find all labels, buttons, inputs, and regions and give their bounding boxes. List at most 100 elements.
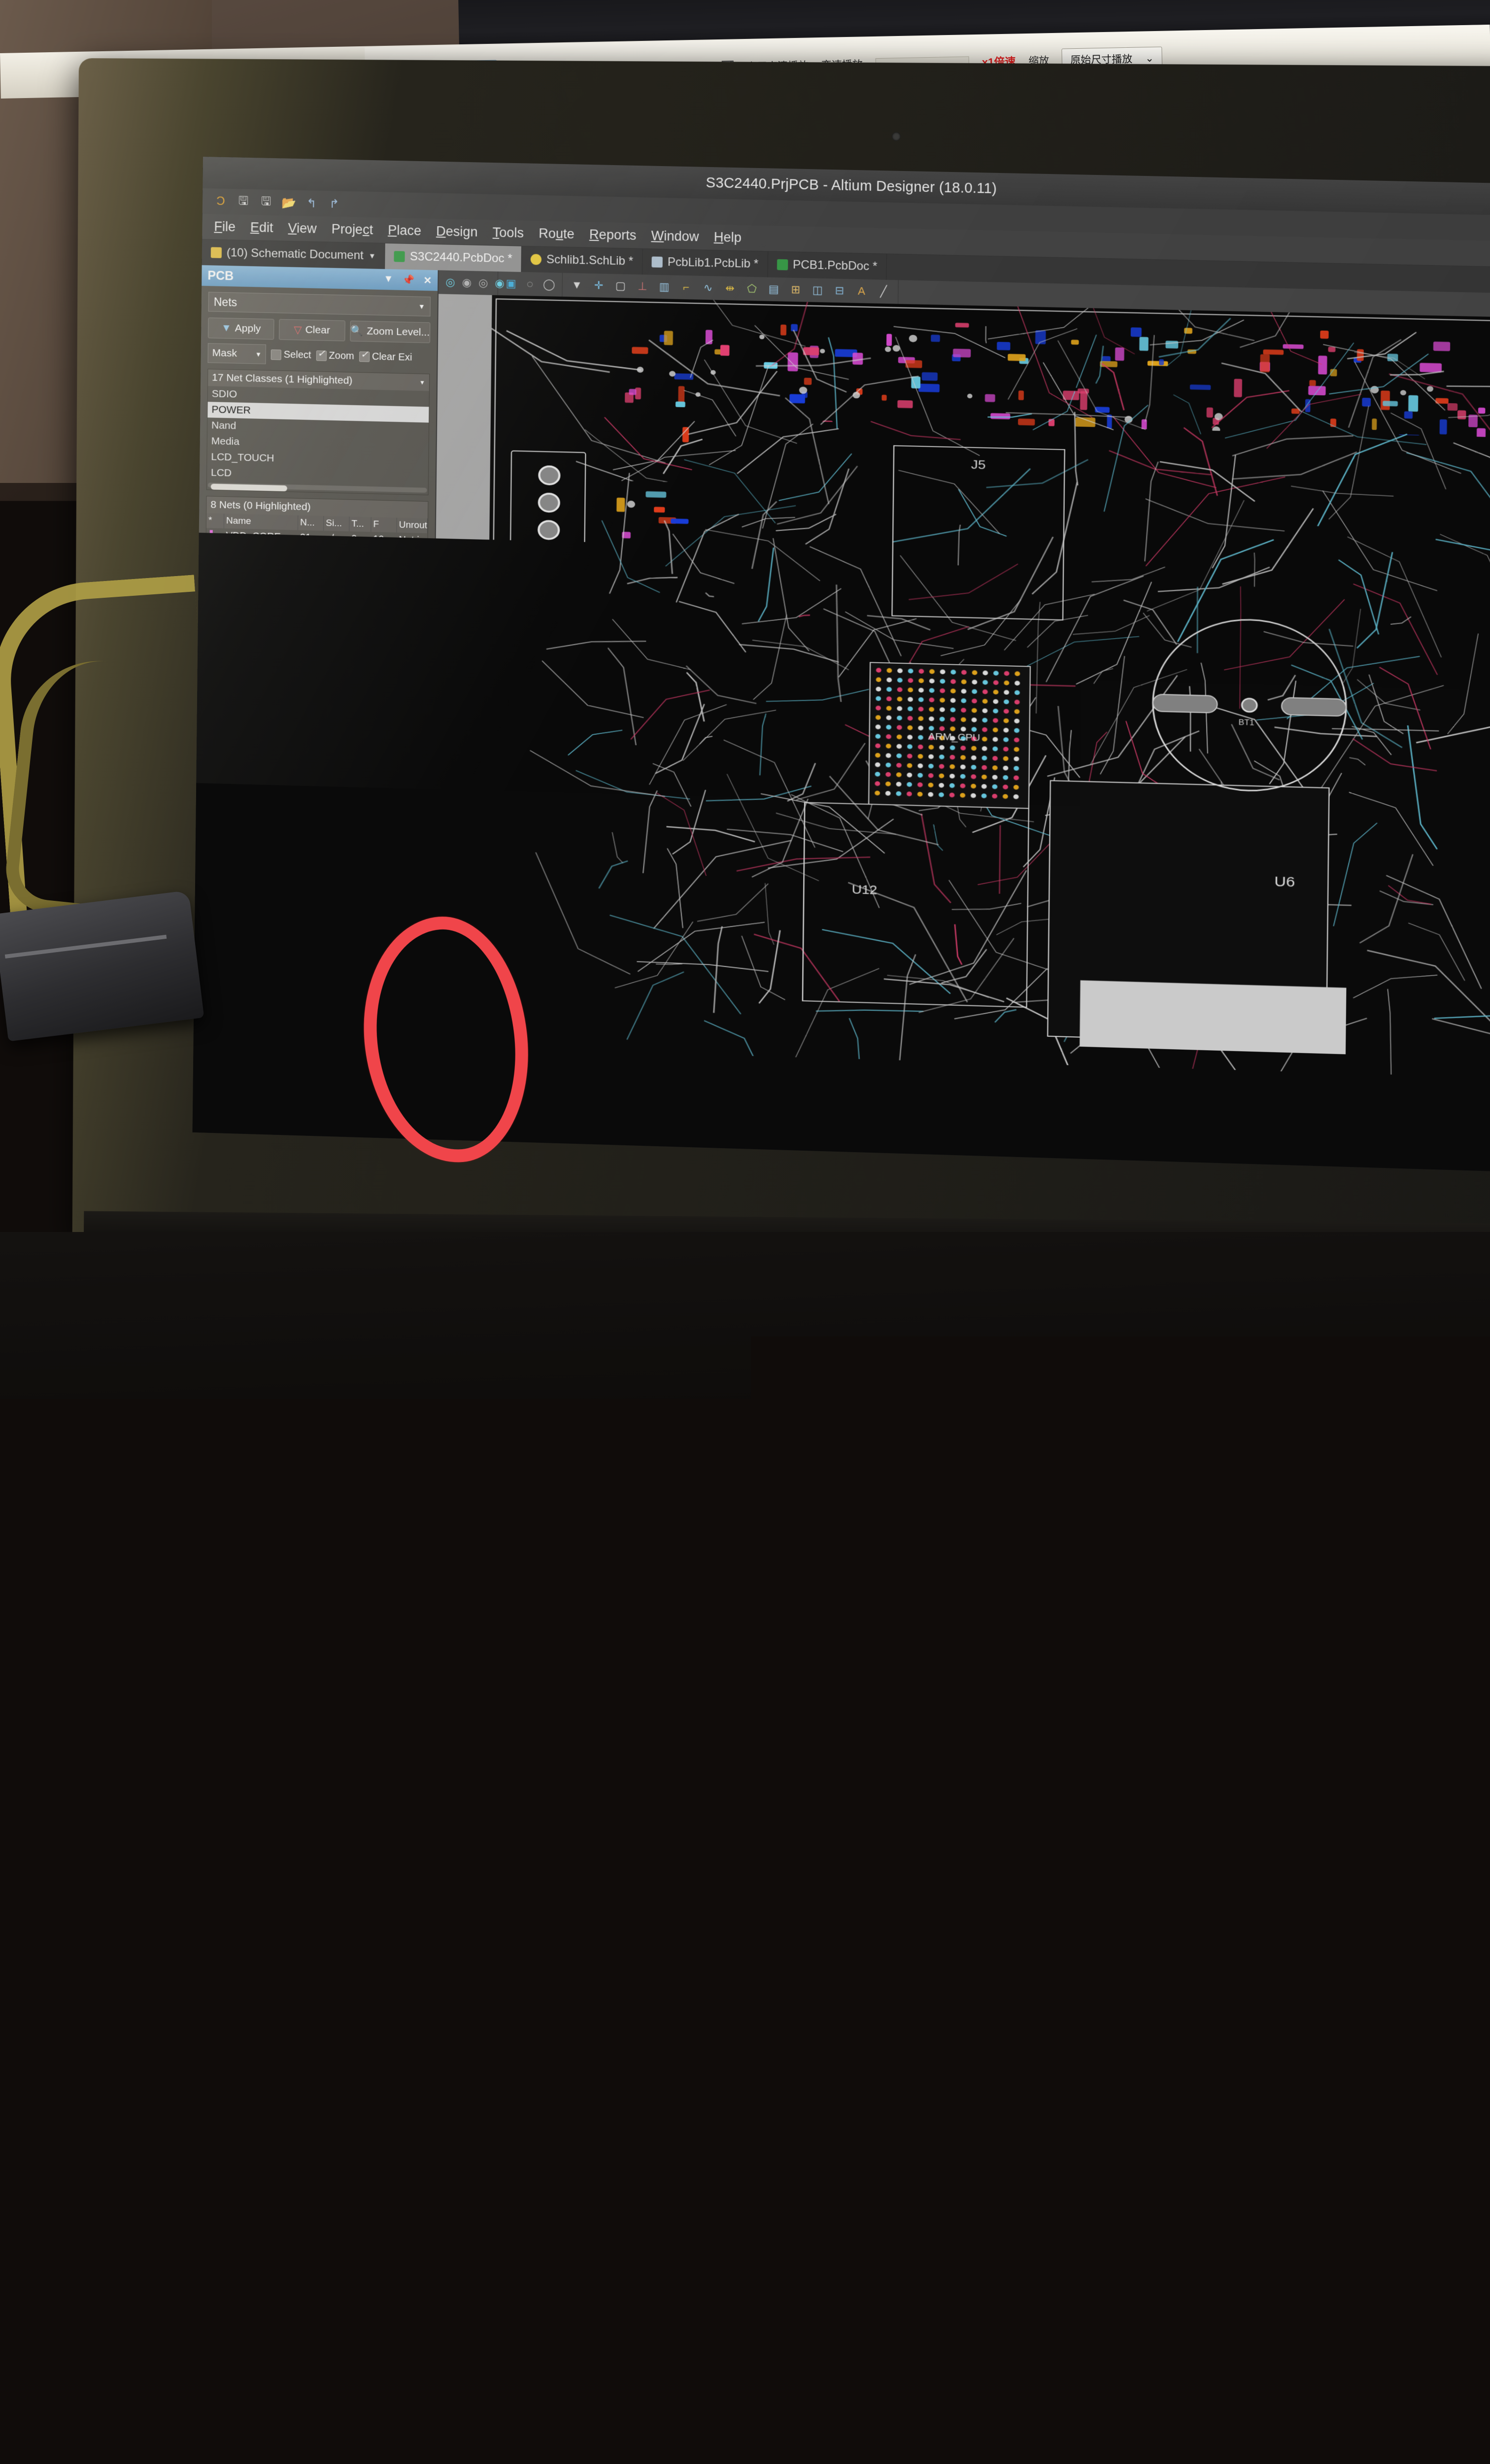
altium-logo-icon[interactable]: Ɔ (213, 194, 228, 209)
align-icon[interactable]: ⊥ (635, 279, 650, 294)
3d-view-icon[interactable]: ◫ (810, 283, 825, 298)
net-color-swatch[interactable] (209, 589, 212, 601)
menu-design[interactable]: Design (436, 224, 478, 240)
pad-icon[interactable]: ◉ (462, 275, 472, 290)
edge-search-bar[interactable]: ℰ 天然气自闭阀 (692, 1114, 790, 1142)
menu-tools[interactable]: Tools (493, 225, 524, 240)
funnel-icon[interactable]: ▼ (570, 277, 585, 293)
layer-tab-top-layer[interactable]: Top Layer (496, 1080, 567, 1102)
object-type-combo[interactable]: Nets ▼ (208, 292, 431, 316)
net-color-swatch[interactable] (210, 530, 213, 542)
menu-reports[interactable]: Reports (589, 227, 637, 243)
tencent-penguin-icon[interactable]: 🐧 (905, 1121, 930, 1146)
layer-tab-bottom-overlay[interactable]: Bottom Overlay (1120, 1098, 1219, 1121)
doc-tab-pcb1[interactable]: PCB1.PcbDoc * (768, 251, 887, 279)
calendar-icon[interactable]: 📅 (939, 1122, 964, 1147)
col-layer[interactable]: L.. (353, 655, 381, 671)
col-f[interactable]: F (371, 517, 397, 532)
zoom-checkbox[interactable]: Zoom (316, 350, 354, 362)
layer-tab-signal-layer-5[interactable]: Signal Layer(5) (663, 1085, 760, 1108)
news-app-icon[interactable]: 报道 (1007, 1124, 1032, 1149)
scroll-left-button[interactable]: ◀ (470, 1079, 483, 1099)
file-explorer-icon[interactable]: 🗂 (625, 1112, 650, 1138)
save-icon[interactable]: 🖫 (236, 194, 251, 209)
save-all-icon[interactable]: 🖫 (259, 195, 273, 210)
menu-help[interactable]: Help (714, 230, 742, 245)
col-component[interactable]: Compon... (294, 653, 353, 670)
route-icon[interactable]: ⌐ (678, 280, 694, 295)
redo-icon[interactable]: ↱ (327, 196, 341, 211)
altium-designer-icon[interactable]: Ɔ (1144, 1128, 1169, 1153)
dimension-icon[interactable]: ⇹ (722, 281, 738, 296)
chart-app-icon[interactable]: 📈 (659, 1113, 684, 1139)
layer-stack-icon[interactable]: ▤ (766, 282, 781, 297)
doc-tab-s3c2440-pcbdoc[interactable]: S3C2440.PcbDoc * (385, 243, 522, 272)
layer-tab-top-paste[interactable]: Top Paste (1219, 1101, 1291, 1124)
arc-icon[interactable]: ◌ (524, 276, 536, 292)
menu-file[interactable]: File (214, 219, 236, 235)
menu-place[interactable]: Place (388, 223, 421, 239)
layer-tab-mechanical-15[interactable]: Mechanical 15 (945, 1094, 1039, 1116)
pcb-canvas-viewport[interactable]: J5 U6 U12 ARM_CPU (430, 294, 1490, 1093)
col-name[interactable]: Name (234, 652, 294, 668)
go-search-button[interactable]: 搜索一下 (798, 1117, 862, 1144)
col-swatch[interactable]: * (206, 513, 224, 528)
panel-tab-projects[interactable]: Pro... (197, 1097, 234, 1115)
net-color-swatch[interactable] (209, 559, 212, 571)
menu-route[interactable]: Route (539, 226, 575, 242)
col-type[interactable]: T.. (205, 651, 234, 666)
panel-tab-navigator[interactable]: Navigator (235, 1098, 291, 1116)
net-color-swatch[interactable] (209, 574, 212, 586)
doc-tab-pcblib1[interactable]: PcbLib1.PcbLib * (643, 249, 768, 277)
board-navigator-thumbnail[interactable] (200, 1020, 423, 1095)
clear-existing-checkbox[interactable]: Clear Exi (359, 351, 412, 363)
net-color-swatch[interactable] (209, 545, 212, 556)
component-icon[interactable]: ▥ (657, 279, 672, 295)
menu-edit[interactable]: Edit (250, 220, 273, 236)
open-folder-icon[interactable]: 📂 (281, 195, 296, 210)
video-player-icon[interactable]: ▶ (973, 1123, 998, 1148)
search-input[interactable]: 🔍 搜索 (472, 1108, 616, 1137)
chevron-down-icon[interactable]: ▼ (419, 379, 425, 386)
menu-window[interactable]: Window (651, 228, 699, 244)
chevron-down-icon[interactable]: ▼ (369, 252, 376, 260)
menu-project[interactable]: Project (332, 222, 373, 238)
polygon-icon[interactable]: ⬠ (745, 281, 760, 297)
rule-icon[interactable]: ⊞ (788, 282, 804, 298)
nets-table[interactable]: 8 Nets (0 Highlighted) * Name N... Si...… (205, 496, 429, 634)
layer-tab-signal-layer-2[interactable]: Signal Layer(2) (567, 1082, 663, 1105)
panel-tab-pcb[interactable]: PCB (292, 1100, 326, 1118)
col-length[interactable]: Length (381, 655, 426, 671)
windows-logo-icon[interactable] (436, 1105, 464, 1133)
circle-icon[interactable]: ◯ (543, 277, 555, 292)
paint-app-icon[interactable]: 🎨 (1075, 1126, 1100, 1151)
close-icon[interactable]: ✕ (423, 274, 432, 286)
layer-sets-button[interactable]: LS (430, 1078, 470, 1099)
barchart-icon[interactable]: ⊟ (832, 283, 847, 299)
primitives-table[interactable]: 0 Primitives (0 Highlighted) T.. Name Co… (204, 634, 427, 672)
menu-view[interactable]: View (288, 221, 316, 237)
layer-tab-bottom-layer[interactable]: Bottom Layer (759, 1088, 852, 1111)
via-icon[interactable]: ◎ (445, 275, 455, 290)
panel-tab-pcb-filter[interactable]: PCB Filter (327, 1101, 386, 1120)
clear-button[interactable]: ▽ Clear (279, 319, 345, 341)
layer-tab-mechanical-13[interactable]: Mechanical 13 (852, 1091, 945, 1113)
text-icon[interactable]: A (854, 283, 869, 299)
pcb-board[interactable]: J5 U6 U12 ARM_CPU (484, 295, 1490, 1078)
undo-icon[interactable]: ↰ (304, 196, 319, 211)
netclass-listbox[interactable]: 17 Net Classes (1 Highlighted) ▼ SDIO PO… (206, 369, 430, 495)
plant-app-icon[interactable]: 🌿 (1212, 1129, 1237, 1155)
edge-browser-icon[interactable]: ℰ (1041, 1125, 1066, 1150)
apply-button[interactable]: ▼ Apply (208, 317, 274, 340)
doc-tab-schlib1[interactable]: Schlib1.SchLib * (522, 246, 643, 274)
select-checkbox[interactable]: Select (271, 349, 311, 361)
layer-tab-top-overlay[interactable]: Top Overlay (1038, 1096, 1120, 1118)
col-nodes[interactable]: N... (298, 515, 324, 531)
pad2-icon[interactable]: ◎ (478, 275, 488, 290)
wps-writer-icon[interactable]: W (1109, 1127, 1134, 1152)
rectangle-select-icon[interactable]: ▢ (613, 278, 628, 294)
line-icon[interactable]: ╱ (876, 284, 891, 299)
polygon-pour-icon[interactable]: ▣ (505, 276, 517, 291)
col-name[interactable]: Name (224, 513, 298, 530)
net-color-swatch[interactable] (209, 604, 212, 616)
